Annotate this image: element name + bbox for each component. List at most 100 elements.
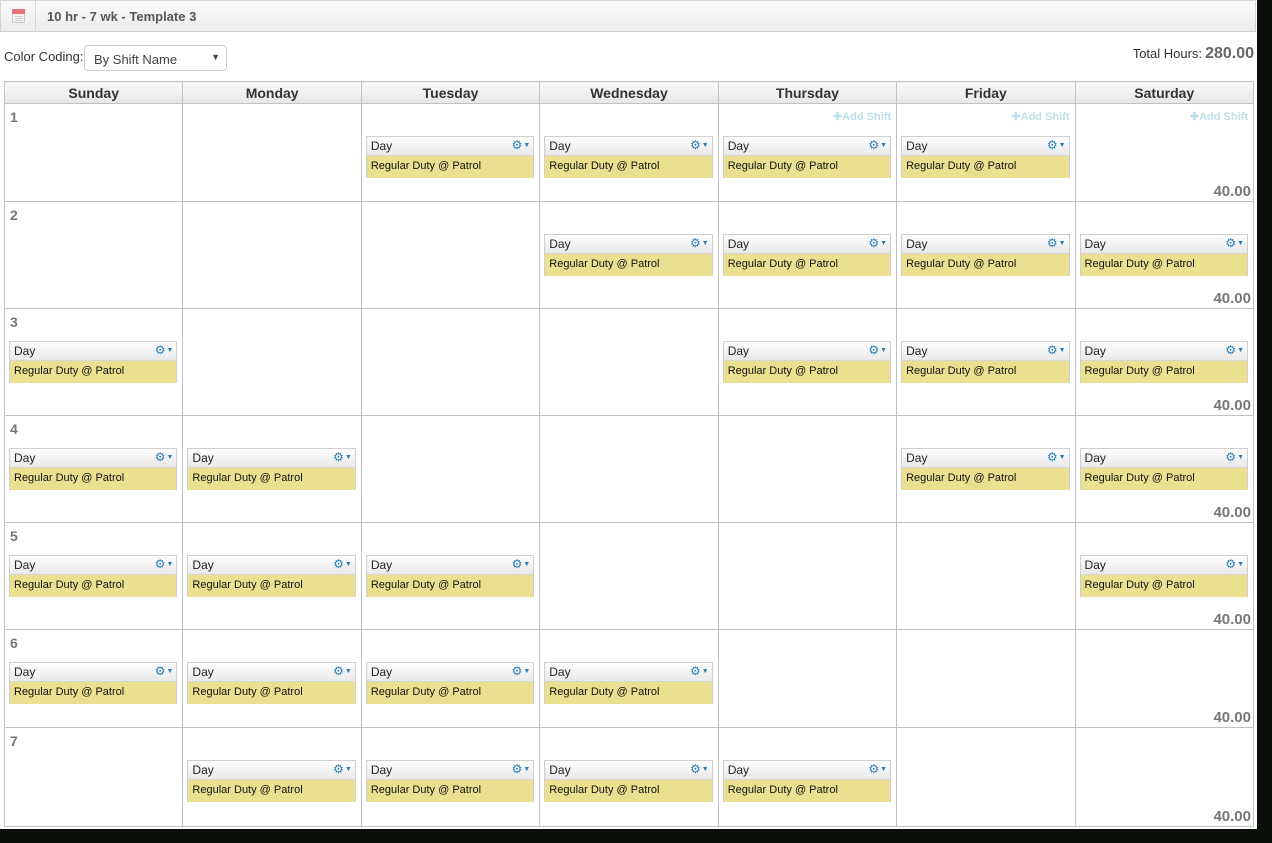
gear-menu-icon[interactable]: ⚙▼ (512, 663, 531, 680)
shift-block[interactable]: Day ⚙▼ Regular Duty @ Patrol (722, 136, 892, 178)
shift-block[interactable]: Day ⚙▼ Regular Duty @ Patrol (722, 341, 892, 383)
day-cell[interactable] (717, 415, 898, 523)
day-cell[interactable] (360, 201, 541, 309)
day-cell[interactable]: ✚Add Shift Day ⚙▼ Regular Duty @ Patrol (896, 103, 1076, 202)
day-cell[interactable] (182, 201, 362, 309)
day-cell[interactable]: Day ⚙▼ Regular Duty @ Patrol (182, 727, 362, 827)
gear-menu-icon[interactable]: ⚙▼ (155, 556, 174, 573)
shift-block[interactable]: Day ⚙▼ Regular Duty @ Patrol (187, 760, 356, 802)
gear-menu-icon[interactable]: ⚙▼ (1225, 235, 1244, 252)
shift-block[interactable]: Day ⚙▼ Regular Duty @ Patrol (187, 448, 356, 490)
gear-menu-icon[interactable]: ⚙▼ (868, 235, 887, 252)
shift-block[interactable]: Day ⚙▼ Regular Duty @ Patrol (365, 136, 535, 178)
gear-menu-icon[interactable]: ⚙▼ (333, 761, 352, 778)
shift-block[interactable]: Day ⚙▼ Regular Duty @ Patrol (365, 662, 535, 704)
gear-menu-icon[interactable]: ⚙▼ (868, 137, 887, 154)
shift-block[interactable]: Day ⚙▼ Regular Duty @ Patrol (9, 448, 178, 490)
shift-block[interactable]: Day ⚙▼ Regular Duty @ Patrol (722, 234, 892, 276)
shift-block[interactable]: Day ⚙▼ Regular Duty @ Patrol (365, 760, 535, 802)
gear-menu-icon[interactable]: ⚙▼ (1047, 449, 1066, 466)
gear-menu-icon[interactable]: ⚙▼ (690, 761, 709, 778)
day-cell[interactable]: Day ⚙▼ Regular Duty @ Patrol (539, 103, 719, 202)
day-cell[interactable]: Day ⚙▼ Regular Duty @ Patrol (717, 308, 898, 416)
day-cell[interactable]: 4 Day ⚙▼ Regular Duty @ Patrol (3, 415, 184, 523)
gear-menu-icon[interactable]: ⚙▼ (868, 342, 887, 359)
day-cell[interactable]: Day ⚙▼ Regular Duty @ Patrol (360, 727, 541, 827)
day-cell[interactable] (896, 522, 1076, 630)
day-cell[interactable]: Day ⚙▼ Regular Duty @ Patrol (717, 201, 898, 309)
shift-block[interactable]: Day ⚙▼ Regular Duty @ Patrol (9, 555, 178, 597)
gear-menu-icon[interactable]: ⚙▼ (512, 556, 531, 573)
day-cell[interactable] (182, 308, 362, 416)
day-cell[interactable] (539, 415, 719, 523)
day-cell[interactable]: 3 Day ⚙▼ Regular Duty @ Patrol (3, 308, 184, 416)
shift-block[interactable]: Day ⚙▼ Regular Duty @ Patrol (544, 760, 713, 802)
gear-menu-icon[interactable]: ⚙▼ (690, 137, 709, 154)
gear-menu-icon[interactable]: ⚙▼ (1047, 235, 1066, 252)
day-cell[interactable]: Day ⚙▼ Regular Duty @ Patrol 40.00 (1074, 201, 1255, 309)
shift-block[interactable]: Day ⚙▼ Regular Duty @ Patrol (722, 760, 892, 802)
day-cell[interactable] (717, 522, 898, 630)
day-cell[interactable]: ✚Add Shift 40.00 (1074, 103, 1255, 202)
shift-block[interactable]: Day ⚙▼ Regular Duty @ Patrol (1079, 234, 1248, 276)
gear-menu-icon[interactable]: ⚙▼ (512, 137, 531, 154)
day-cell[interactable]: Day ⚙▼ Regular Duty @ Patrol (182, 629, 362, 728)
day-cell[interactable]: Day ⚙▼ Regular Duty @ Patrol (360, 629, 541, 728)
shift-block[interactable]: Day ⚙▼ Regular Duty @ Patrol (9, 341, 178, 383)
gear-menu-icon[interactable]: ⚙▼ (690, 235, 709, 252)
add-shift-link[interactable]: ✚Add Shift (833, 110, 891, 123)
day-cell[interactable]: Day ⚙▼ Regular Duty @ Patrol (360, 103, 541, 202)
day-cell[interactable]: Day ⚙▼ Regular Duty @ Patrol 40.00 (1074, 522, 1255, 630)
day-cell[interactable]: Day ⚙▼ Regular Duty @ Patrol (539, 201, 719, 309)
gear-menu-icon[interactable]: ⚙▼ (333, 556, 352, 573)
day-cell[interactable] (539, 308, 719, 416)
day-cell[interactable]: 2 (3, 201, 184, 309)
shift-block[interactable]: Day ⚙▼ Regular Duty @ Patrol (365, 555, 535, 597)
day-cell[interactable]: Day ⚙▼ Regular Duty @ Patrol (360, 522, 541, 630)
shift-block[interactable]: Day ⚙▼ Regular Duty @ Patrol (901, 136, 1070, 178)
gear-menu-icon[interactable]: ⚙▼ (155, 342, 174, 359)
color-coding-select[interactable]: By Shift Name ▼ (84, 45, 227, 71)
gear-menu-icon[interactable]: ⚙▼ (155, 663, 174, 680)
gear-menu-icon[interactable]: ⚙▼ (868, 761, 887, 778)
day-cell[interactable]: Day ⚙▼ Regular Duty @ Patrol (182, 522, 362, 630)
day-cell[interactable]: Day ⚙▼ Regular Duty @ Patrol (717, 727, 898, 827)
shift-block[interactable]: Day ⚙▼ Regular Duty @ Patrol (544, 136, 713, 178)
gear-menu-icon[interactable]: ⚙▼ (1225, 342, 1244, 359)
day-cell[interactable] (360, 308, 541, 416)
day-cell[interactable]: Day ⚙▼ Regular Duty @ Patrol (182, 415, 362, 523)
day-cell[interactable]: Day ⚙▼ Regular Duty @ Patrol (896, 308, 1076, 416)
shift-block[interactable]: Day ⚙▼ Regular Duty @ Patrol (544, 234, 713, 276)
shift-block[interactable]: Day ⚙▼ Regular Duty @ Patrol (901, 341, 1070, 383)
gear-menu-icon[interactable]: ⚙▼ (333, 663, 352, 680)
shift-block[interactable]: Day ⚙▼ Regular Duty @ Patrol (901, 448, 1070, 490)
day-cell[interactable]: Day ⚙▼ Regular Duty @ Patrol (539, 727, 719, 827)
day-cell[interactable] (360, 415, 541, 523)
shift-block[interactable]: Day ⚙▼ Regular Duty @ Patrol (901, 234, 1070, 276)
day-cell[interactable]: 40.00 (1074, 727, 1255, 827)
gear-menu-icon[interactable]: ⚙▼ (1047, 342, 1066, 359)
day-cell[interactable]: 6 Day ⚙▼ Regular Duty @ Patrol (3, 629, 184, 728)
gear-menu-icon[interactable]: ⚙▼ (1225, 556, 1244, 573)
gear-menu-icon[interactable]: ⚙▼ (1047, 137, 1066, 154)
day-cell[interactable] (896, 629, 1076, 728)
day-cell[interactable]: Day ⚙▼ Regular Duty @ Patrol (896, 415, 1076, 523)
add-shift-link[interactable]: ✚Add Shift (1190, 110, 1248, 123)
day-cell[interactable]: Day ⚙▼ Regular Duty @ Patrol 40.00 (1074, 415, 1255, 523)
day-cell[interactable]: Day ⚙▼ Regular Duty @ Patrol 40.00 (1074, 308, 1255, 416)
day-cell[interactable] (182, 103, 362, 202)
shift-block[interactable]: Day ⚙▼ Regular Duty @ Patrol (9, 662, 178, 704)
gear-menu-icon[interactable]: ⚙▼ (333, 449, 352, 466)
day-cell[interactable] (896, 727, 1076, 827)
day-cell[interactable]: 5 Day ⚙▼ Regular Duty @ Patrol (3, 522, 184, 630)
day-cell[interactable]: Day ⚙▼ Regular Duty @ Patrol (539, 629, 719, 728)
day-cell[interactable]: Day ⚙▼ Regular Duty @ Patrol (896, 201, 1076, 309)
shift-block[interactable]: Day ⚙▼ Regular Duty @ Patrol (1079, 555, 1248, 597)
shift-block[interactable]: Day ⚙▼ Regular Duty @ Patrol (544, 662, 713, 704)
gear-menu-icon[interactable]: ⚙▼ (155, 449, 174, 466)
day-cell[interactable] (539, 522, 719, 630)
day-cell[interactable]: ✚Add Shift Day ⚙▼ Regular Duty @ Patrol (717, 103, 898, 202)
add-shift-link[interactable]: ✚Add Shift (1011, 110, 1069, 123)
shift-block[interactable]: Day ⚙▼ Regular Duty @ Patrol (187, 662, 356, 704)
day-cell[interactable]: 40.00 (1074, 629, 1255, 728)
